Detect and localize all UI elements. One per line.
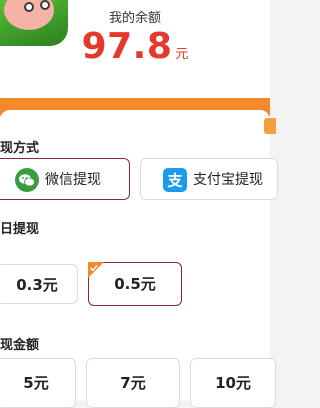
wechat-icon — [15, 168, 39, 192]
cash-option-label: 10元 — [215, 374, 251, 392]
balance-amount: 97.8 元 — [0, 26, 270, 67]
balance-label: 我的余额 — [108, 11, 161, 26]
wechat-withdraw-option[interactable]: 微信提现 — [0, 158, 130, 200]
balance-header: 我的余额 97.8 元 — [0, 0, 270, 110]
balance-unit: 元 — [175, 47, 189, 62]
cash-option-label: 7元 — [120, 374, 146, 392]
daily-option-label: 0.3元 — [16, 276, 58, 294]
daily-option-0-3[interactable]: 0.3元 — [0, 264, 78, 304]
alipay-withdraw-option[interactable]: 支 支付宝提现 — [140, 158, 278, 200]
daily-option-0-5[interactable]: 0.5元 — [88, 262, 182, 306]
cash-amount-title: 现金额 — [0, 338, 40, 353]
daily-option-label: 0.5元 — [114, 275, 156, 293]
selected-check-icon — [88, 262, 104, 278]
withdraw-method-title: 现方式 — [0, 141, 40, 156]
daily-withdraw-title: 日提现 — [0, 222, 40, 237]
alipay-icon: 支 — [163, 168, 187, 192]
cash-option-label: 5元 — [23, 374, 49, 392]
svg-text:支: 支 — [166, 172, 183, 190]
side-tab-marker[interactable] — [264, 118, 276, 134]
wechat-withdraw-label: 微信提现 — [45, 172, 101, 188]
alipay-withdraw-label: 支付宝提现 — [193, 172, 263, 188]
balance-value: 97.8 — [81, 26, 173, 67]
